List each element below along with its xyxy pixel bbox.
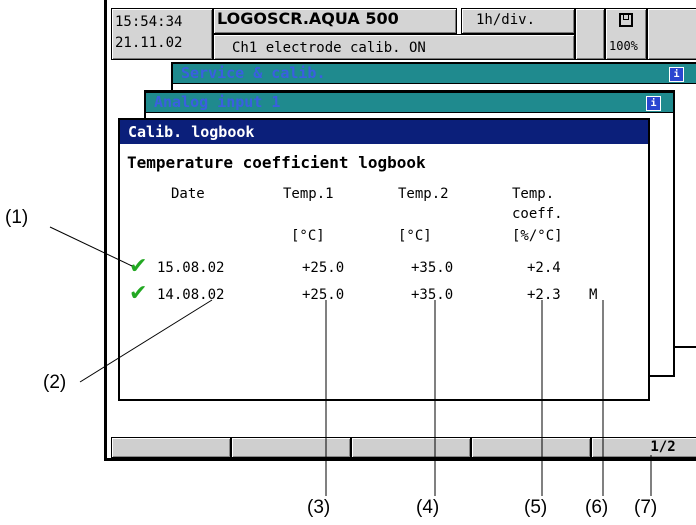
callout-lines <box>49 226 652 496</box>
callout-1: (1) <box>5 207 29 228</box>
callout-2: (2) <box>43 372 67 393</box>
callout-5: (5) <box>524 497 548 518</box>
callout-4: (4) <box>416 497 440 518</box>
callout-6: (6) <box>585 497 609 518</box>
callout-line-2 <box>79 299 213 383</box>
callout-3: (3) <box>307 497 331 518</box>
callout-7: (7) <box>634 497 658 518</box>
callout-line-1 <box>49 226 133 267</box>
